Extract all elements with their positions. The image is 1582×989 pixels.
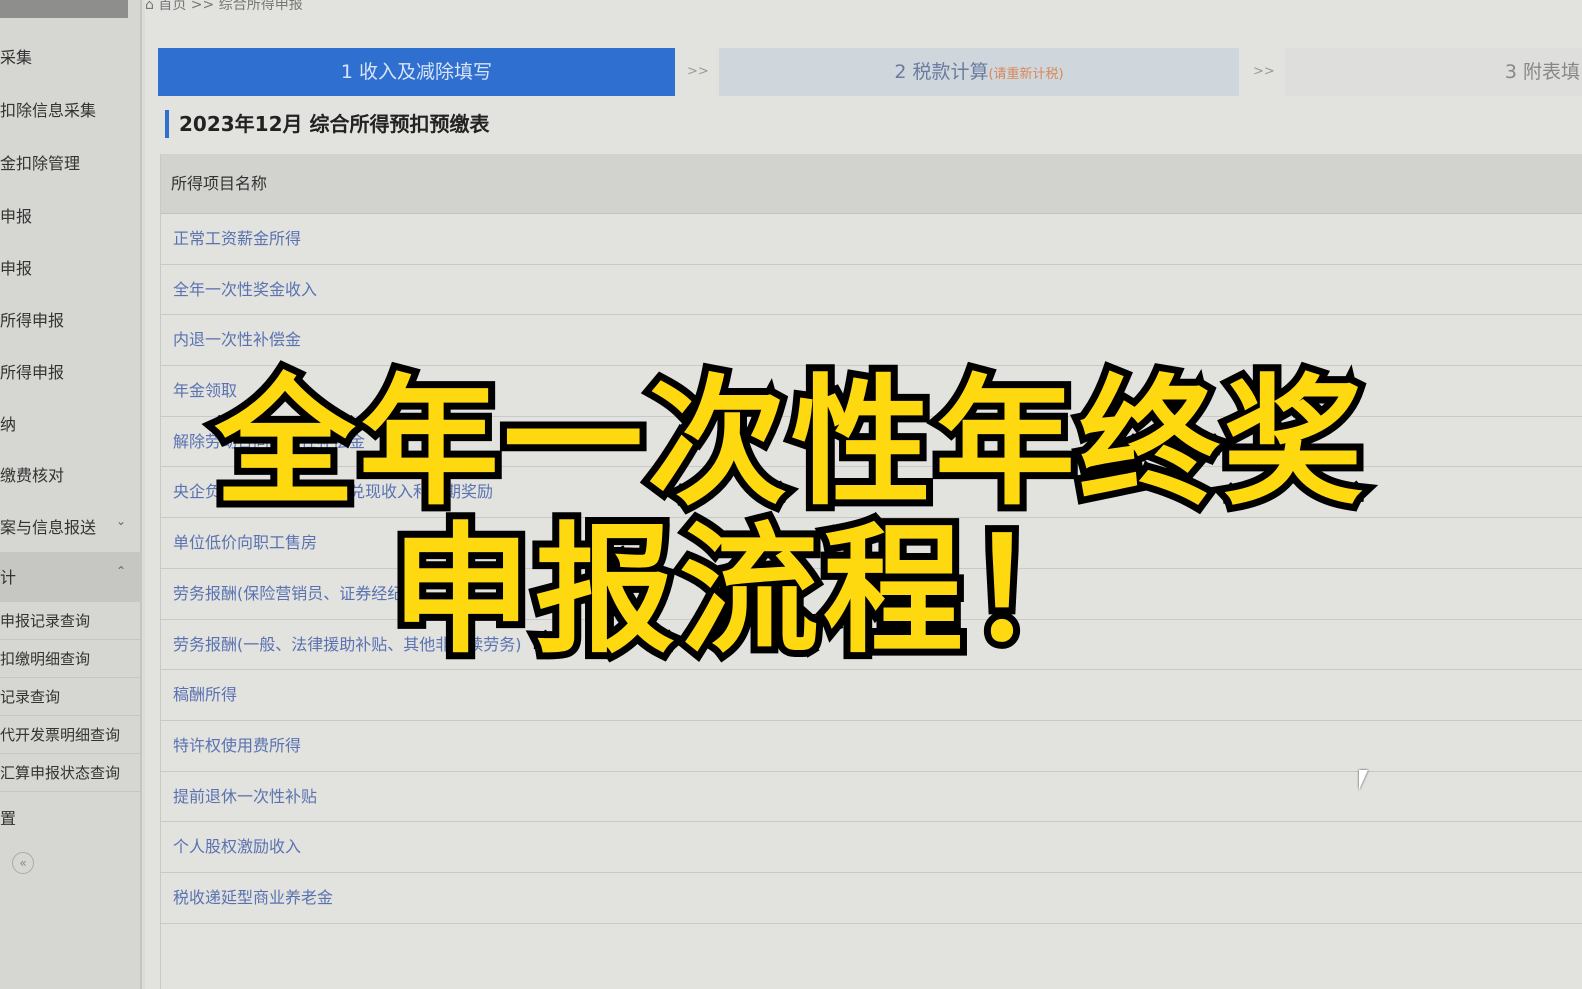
sidebar-subitem[interactable]: 代开发票明细查询 [0,716,140,754]
sidebar-header [0,0,128,18]
table-row[interactable]: 正常工资薪金所得 [161,214,1582,265]
sidebar-subitem[interactable]: 记录查询 [0,678,140,716]
overlay-caption-line2: 申报流程！ [384,503,1114,680]
page-title: 2023年12月 综合所得预扣预缴表 [165,110,489,138]
sidebar-item[interactable]: 金扣除管理 [0,150,140,174]
sidebar-item[interactable]: 扣除信息采集 [0,97,140,121]
recalculate-hint: (请重新计税) [988,67,1064,82]
step-separator: >> [1253,64,1275,79]
home-icon[interactable]: ⌂ [145,0,158,13]
sidebar-item[interactable]: 申报 [0,203,140,227]
sidebar-subitem[interactable]: 汇算申报状态查询 [0,754,140,792]
table-row[interactable]: 特许权使用费所得 [161,721,1582,772]
sidebar-item[interactable]: 申报 [0,255,140,279]
step-tax-calculation[interactable]: 2 税款计算(请重新计税) [719,48,1239,96]
table-row[interactable]: 提前退休一次性补贴 [161,772,1582,823]
sidebar-item-settings[interactable]: 置 [0,805,140,829]
sidebar-item[interactable]: 所得申报 [0,307,140,331]
table-header: 所得项目名称 [161,154,1582,214]
mouse-cursor-icon [1359,770,1368,790]
table-row[interactable]: 全年一次性奖金收入 [161,265,1582,316]
sidebar-item[interactable]: 采集 [0,44,140,68]
step-separator: >> [687,64,709,79]
step-label: 2 税款计算 [894,61,989,83]
breadcrumb: ⌂ 首页 >> 综合所得申报 [145,0,303,14]
collapse-sidebar-button[interactable]: « [12,852,34,874]
table-row[interactable]: 税收递延型商业养老金 [161,873,1582,924]
table-row[interactable]: 个人股权激励收入 [161,822,1582,873]
step-attachment[interactable]: 3 附表填 [1285,48,1582,96]
step-income-deduction[interactable]: 1 收入及减除填写 [158,48,675,96]
